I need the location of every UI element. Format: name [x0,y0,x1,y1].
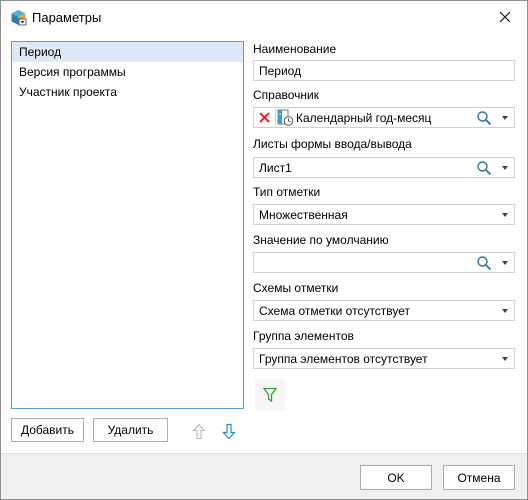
sheets-label: Листы формы ввода/вывода [253,137,412,151]
element-group-value: Группа элементов отсутствует [259,352,428,366]
name-field[interactable]: Период [253,60,515,81]
dropdown-icon[interactable] [502,116,508,120]
list-item-label: Период [19,45,62,59]
dropdown-icon[interactable] [502,213,508,217]
add-button[interactable]: Добавить [11,418,84,442]
element-group-label: Группа элементов [253,329,354,343]
dropdown-icon[interactable] [502,166,508,170]
sheets-field[interactable]: Лист1 [253,157,515,178]
list-item-program-version[interactable]: Версия программы [12,62,243,82]
list-item-label: Версия программы [19,65,126,79]
dialog-body: Период Версия программы Участник проекта… [1,33,527,453]
title-bar: Параметры [1,1,527,33]
search-icon[interactable] [476,110,492,126]
dropdown-icon[interactable] [502,261,508,265]
dictionary-value: Календарный год-месяц [296,111,432,125]
cancel-button[interactable]: Отмена [443,465,515,490]
field-separator [275,109,276,126]
clear-button[interactable] [258,111,271,127]
dictionary-label: Справочник [253,88,319,102]
name-value: Период [259,64,302,78]
dictionary-field[interactable]: Календарный год-месяц [253,107,515,128]
delete-button[interactable]: Удалить [93,418,168,442]
mark-type-select[interactable]: Множественная [253,204,515,225]
arrow-down-icon [222,423,236,439]
parameters-list[interactable]: Период Версия программы Участник проекта [11,41,244,409]
ok-button[interactable]: OK [360,465,432,490]
mark-type-value: Множественная [259,208,348,222]
dialog-title: Параметры [32,10,102,25]
sheets-value: Лист1 [259,161,292,175]
filter-button[interactable] [255,379,285,411]
parameters-dialog: Параметры Период Версия программы Участн… [0,0,528,500]
dialog-app-icon [10,9,27,26]
list-item-label: Участник проекта [19,85,117,99]
dropdown-icon[interactable] [502,309,508,313]
mark-schemes-value: Схема отметки отсутствует [259,304,411,318]
close-button[interactable] [483,1,527,33]
dialog-footer: OK Отмена [1,453,527,499]
calendar-dictionary-icon [277,109,294,130]
filter-icon [263,387,277,403]
default-value-field[interactable] [253,252,515,273]
arrow-up-icon [192,423,206,439]
mark-schemes-label: Схемы отметки [253,281,339,295]
close-icon [499,11,511,23]
move-up-button[interactable] [190,421,208,441]
search-icon[interactable] [476,255,492,271]
default-value-label: Значение по умолчанию [253,233,389,247]
mark-type-label: Тип отметки [253,185,321,199]
move-down-button[interactable] [220,421,238,441]
element-group-select[interactable]: Группа элементов отсутствует [253,348,515,369]
clear-icon [259,112,270,123]
name-label: Наименование [253,42,337,56]
dropdown-icon[interactable] [502,357,508,361]
list-item-project-participant[interactable]: Участник проекта [12,82,243,102]
mark-schemes-select[interactable]: Схема отметки отсутствует [253,300,515,321]
search-icon[interactable] [476,160,492,176]
list-item-period[interactable]: Период [12,42,243,62]
